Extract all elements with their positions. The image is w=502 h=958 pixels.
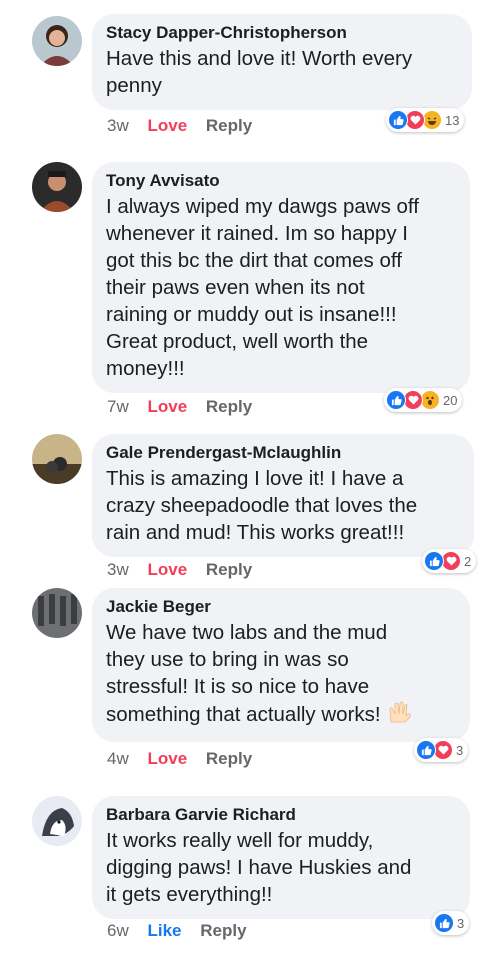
haha-icon (422, 110, 442, 130)
reaction-count: 2 (464, 553, 472, 569)
like-icon (434, 913, 454, 933)
reply-button[interactable]: Reply (206, 749, 252, 769)
timestamp[interactable]: 3w (107, 560, 129, 580)
like-icon (416, 740, 436, 760)
reply-button[interactable]: Reply (200, 921, 246, 941)
reaction-count: 20 (443, 392, 458, 408)
comment-bubble: Tony Avvisato I always wiped my dawgs pa… (92, 162, 470, 393)
timestamp[interactable]: 7w (107, 397, 129, 417)
comment-bubble: Stacy Dapper-Christopherson Have this an… (92, 14, 472, 110)
timestamp[interactable]: 6w (107, 921, 129, 941)
timestamp[interactable]: 4w (107, 749, 129, 769)
reaction-summary[interactable]: 3 (432, 911, 470, 935)
reply-button[interactable]: Reply (206, 560, 252, 580)
reaction-summary[interactable]: 2 (422, 549, 477, 573)
comment-actions: 3w Love Reply (107, 560, 266, 580)
reply-button[interactable]: Reply (206, 116, 252, 136)
avatar[interactable] (32, 162, 82, 212)
reaction-summary[interactable]: 3 (414, 738, 469, 762)
reaction-summary[interactable]: 13 (386, 108, 465, 132)
reaction-count: 13 (445, 112, 460, 128)
wow-icon (420, 390, 440, 410)
comment-text: It works really well for muddy, digging … (106, 829, 412, 906)
comment-bubble: Jackie Beger We have two labs and the mu… (92, 588, 470, 742)
reaction-summary[interactable]: 20 (384, 388, 463, 412)
avatar[interactable] (32, 588, 82, 638)
love-reaction-button[interactable]: Love (147, 116, 187, 136)
reaction-count: 3 (456, 742, 464, 758)
like-icon (388, 110, 408, 130)
comment-text: Have this and love it! Worth every penny (106, 47, 413, 97)
comment-text: We have two labs and the mud they use to… (106, 619, 454, 731)
like-icon (386, 390, 406, 410)
comment-text: This is amazing I love it! I have a craz… (106, 467, 418, 544)
commenter-name[interactable]: Barbara Garvie Richard (106, 805, 454, 825)
timestamp[interactable]: 3w (107, 116, 129, 136)
comment-bubble: Barbara Garvie Richard It works really w… (92, 796, 470, 919)
raised-hands-icon (387, 700, 415, 731)
love-icon (403, 390, 423, 410)
comment-actions: 6w Like Reply (107, 921, 261, 941)
comment-actions: 4w Love Reply (107, 749, 266, 769)
love-icon (405, 110, 425, 130)
avatar[interactable] (32, 434, 82, 484)
comment-actions: 7w Love Reply (107, 397, 266, 417)
commenter-name[interactable]: Tony Avvisato (106, 171, 454, 191)
avatar[interactable] (32, 796, 82, 846)
comment-bubble: Gale Prendergast-Mclaughlin This is amaz… (92, 434, 474, 557)
like-icon (424, 551, 444, 571)
love-icon (433, 740, 453, 760)
love-reaction-button[interactable]: Love (147, 749, 187, 769)
comment-actions: 3w Love Reply (107, 116, 266, 136)
love-reaction-button[interactable]: Love (147, 560, 187, 580)
avatar[interactable] (32, 16, 82, 66)
comment-text-body: We have two labs and the mud they use to… (106, 621, 388, 726)
love-icon (441, 551, 461, 571)
reply-button[interactable]: Reply (206, 397, 252, 417)
commenter-name[interactable]: Stacy Dapper-Christopherson (106, 23, 456, 43)
like-reaction-button[interactable]: Like (147, 921, 181, 941)
commenter-name[interactable]: Jackie Beger (106, 597, 454, 617)
love-reaction-button[interactable]: Love (147, 397, 187, 417)
reaction-count: 3 (457, 915, 465, 931)
commenter-name[interactable]: Gale Prendergast-Mclaughlin (106, 443, 458, 463)
comment-text: I always wiped my dawgs paws off wheneve… (106, 195, 419, 380)
